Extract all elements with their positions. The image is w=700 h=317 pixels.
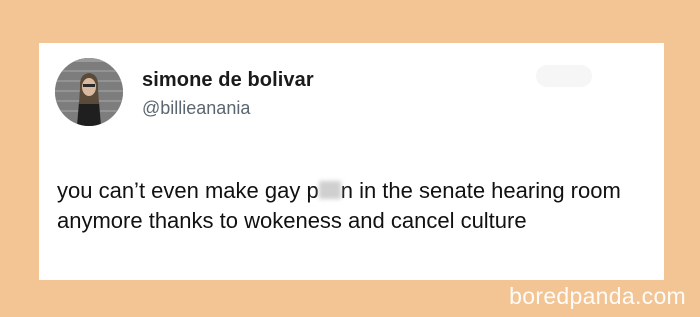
tweet-card: simone de bolivar @billieanania you can’… bbox=[39, 43, 664, 280]
display-name[interactable]: simone de bolivar bbox=[142, 69, 314, 92]
watermark: boredpanda.com bbox=[509, 283, 686, 309]
censor-blur bbox=[318, 181, 341, 199]
tweet-text-part-1: you can’t even make gay p bbox=[57, 178, 319, 203]
user-handle[interactable]: @billieanania bbox=[142, 98, 250, 119]
tweet-text: you can’t even make gay pn in the senate… bbox=[57, 176, 657, 236]
faded-follow-button[interactable] bbox=[536, 65, 592, 87]
avatar[interactable] bbox=[55, 58, 123, 126]
avatar-image bbox=[55, 58, 123, 126]
